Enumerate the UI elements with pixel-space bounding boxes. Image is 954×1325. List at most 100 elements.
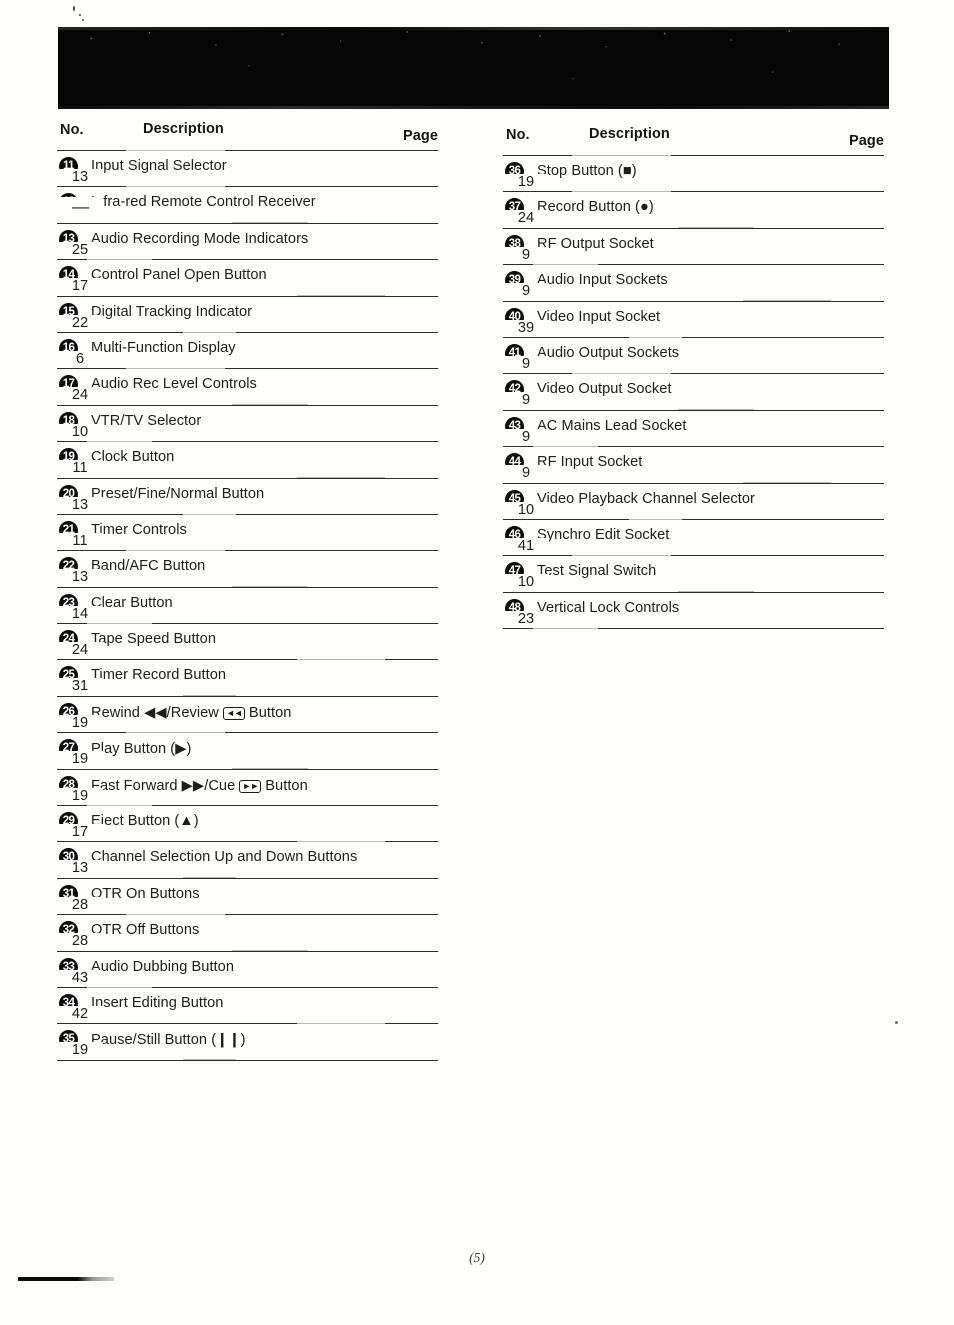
item-page-number: 6: [57, 350, 103, 369]
item-description: Synchro Edit Socket: [537, 526, 670, 543]
table-rule: [503, 627, 884, 630]
band-speckle-texture: [58, 27, 889, 109]
item-page-number: 28: [57, 933, 103, 951]
item-page-number: 11: [57, 460, 103, 478]
table-row[interactable]: 34 Insert Editing Button 42: [57, 988, 438, 1024]
item-page-number: 43: [57, 969, 103, 987]
table-row[interactable]: 11 Input Signal Selector 13: [57, 151, 438, 187]
item-page-number: 24: [57, 642, 103, 660]
item-description: Audio Input Sockets: [537, 272, 668, 289]
item-description: Infra-red Remote Control Receiver: [91, 194, 316, 211]
table-row[interactable]: 39 Audio Input Sockets 9: [503, 265, 884, 301]
item-page-number: 11: [57, 532, 103, 551]
table-row[interactable]: 48 Vertical Lock Controls 23: [503, 593, 884, 629]
item-page-number: 17: [57, 278, 103, 296]
table-row[interactable]: 42 Video Output Socket 9: [503, 374, 884, 410]
table-row[interactable]: 27 Play Button (▶) 19: [57, 733, 438, 769]
item-page-number: 13: [57, 860, 103, 878]
table-row[interactable]: 25 Timer Record Button 31: [57, 660, 438, 696]
table-row[interactable]: 13 Audio Recording Mode Indicators 25: [57, 224, 438, 260]
item-page-number: 13: [57, 169, 103, 187]
column-header-no: No.: [506, 127, 530, 143]
item-description: OTR Off Buttons: [91, 922, 200, 939]
item-page-number: 10: [503, 574, 549, 592]
column-header-page: Page: [848, 133, 884, 149]
item-page-number: 9: [503, 465, 549, 483]
item-description: Audio Output Sockets: [537, 344, 680, 361]
item-page-number: 28: [57, 896, 103, 915]
table-row[interactable]: 43 AC Mains Lead Socket 9: [503, 411, 884, 447]
table-row[interactable]: 12Infra-red Remote Control Receiver—: [57, 187, 438, 223]
table-row[interactable]: 15 Digital Tracking Indicator 22: [57, 297, 438, 332]
item-description: Video Playback Channel Selector: [537, 490, 755, 507]
item-page-number: 39: [503, 319, 549, 337]
table-row[interactable]: 26 Rewind ◀◀/Review ◄◄ Button 19: [57, 697, 438, 733]
item-page-number: 22: [57, 314, 103, 332]
item-page-number: 42: [57, 1005, 103, 1024]
table-row[interactable]: 16 Multi-Function Display 6: [57, 333, 438, 369]
table-row[interactable]: 40 Video Input Socket 39: [503, 302, 884, 337]
table-row[interactable]: 18 VTR/TV Selector 10: [57, 406, 438, 442]
item-page-number: 41: [503, 537, 549, 556]
item-description: Preset/Fine/Normal Button: [91, 485, 265, 502]
item-page-number: 14: [57, 605, 103, 624]
table-row[interactable]: 21 Timer Controls 11: [57, 515, 438, 551]
item-description: Clear Button: [91, 594, 173, 611]
page-footer: (5): [0, 1250, 954, 1266]
table-row[interactable]: 32 OTR Off Buttons 28: [57, 915, 438, 951]
item-description: Timer Record Button: [91, 667, 227, 684]
table-row[interactable]: 30 Channel Selection Up and Down Buttons 1…: [57, 842, 438, 878]
item-description: Pause/Still Button (❙❙): [91, 1032, 246, 1049]
item-description: Tape Speed Button: [91, 631, 216, 648]
item-description: Vertical Lock Controls: [537, 599, 680, 616]
item-page-number: 13: [57, 569, 103, 587]
item-description: Video Output Socket: [537, 381, 672, 398]
table-row[interactable]: 41 Audio Output Sockets 9: [503, 338, 884, 374]
table-row[interactable]: 14 Control Panel Open Button 17: [57, 260, 438, 296]
item-description: Digital Tracking Indicator: [91, 303, 253, 320]
cue-glyph-icon: ►►: [239, 779, 262, 793]
parts-index-table-left: No. Description Page 11 Input Signal Sele…: [57, 120, 438, 1061]
table-row[interactable]: 33 Audio Dubbing Button 43: [57, 952, 438, 987]
table-row[interactable]: 46 Synchro Edit Socket 41: [503, 520, 884, 556]
item-description: Audio Rec Level Controls: [91, 376, 257, 393]
table-row[interactable]: 28 Fast Forward ▶▶/Cue ►► Button 19: [57, 770, 438, 806]
item-page-number: 23: [503, 610, 549, 629]
table-row[interactable]: 45 Video Playback Channel Selector 10: [503, 484, 884, 519]
item-page-number: 24: [503, 210, 549, 228]
table-row[interactable]: 24 Tape Speed Button 24: [57, 624, 438, 660]
table-row[interactable]: 44 RF Input Socket 9: [503, 447, 884, 483]
table-row[interactable]: 31 OTR On Buttons 28: [57, 879, 438, 915]
table-row[interactable]: 23 Clear Button 14: [57, 588, 438, 624]
item-page-number: —: [57, 197, 103, 223]
table-row[interactable]: 47 Test Signal Switch 10: [503, 556, 884, 592]
scan-edge-artifact: [18, 1277, 114, 1281]
item-page-number: 31: [57, 678, 103, 696]
table-row[interactable]: 17 Audio Rec Level Controls 24: [57, 369, 438, 405]
scan-speck: [79, 14, 81, 16]
table-row[interactable]: 38 RF Output Socket 9: [503, 229, 884, 265]
item-page-number: 19: [57, 714, 103, 733]
item-description: Channel Selection Up and Down Buttons: [91, 849, 358, 866]
item-page-number: 9: [503, 392, 549, 410]
review-glyph-icon: ◄◄: [222, 706, 245, 720]
table-row[interactable]: 35 Pause/Still Button (❙❙) 19: [57, 1024, 438, 1060]
table-row[interactable]: 19 Clock Button 11: [57, 442, 438, 478]
item-description: Test Signal Switch: [537, 563, 657, 580]
table-row[interactable]: 20 Preset/Fine/Normal Button 13: [57, 479, 438, 514]
table-row[interactable]: 29 Eject Button (▲) 17: [57, 806, 438, 842]
item-page-number: 9: [503, 428, 549, 447]
scan-speck: [82, 19, 84, 21]
table-row[interactable]: 22 Band/AFC Button 13: [57, 551, 438, 587]
item-description: Eject Button (▲): [91, 813, 199, 830]
item-description: Rewind ◀◀/Review ◄◄ Button: [91, 704, 292, 721]
item-page-number: 13: [57, 496, 103, 514]
table-row[interactable]: 37 Record Button (●) 24: [503, 192, 884, 228]
table-row[interactable]: 36 Stop Button (■) 19: [503, 156, 884, 192]
table-header-left: No. Description Page: [57, 120, 438, 150]
scan-speck: [73, 6, 75, 11]
item-page-number: 10: [503, 501, 549, 519]
item-page-number: 19: [503, 174, 549, 192]
item-page-number: 9: [503, 246, 549, 265]
item-page-number: 19: [57, 751, 103, 769]
